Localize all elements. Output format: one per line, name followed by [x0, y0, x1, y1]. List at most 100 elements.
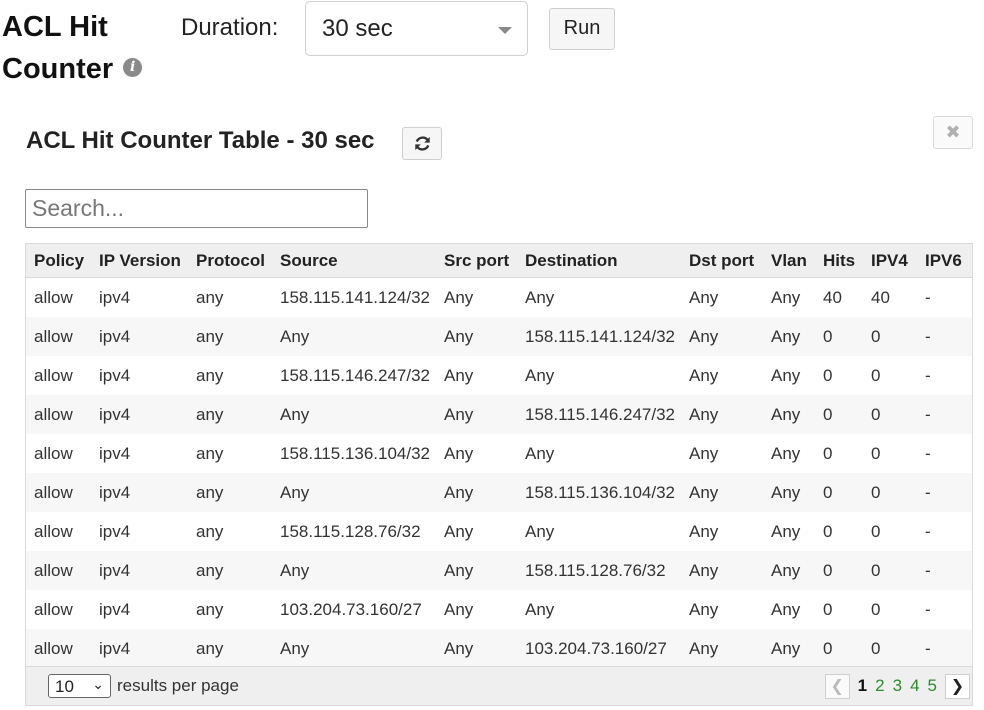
pagination: ❮ 12345 ❯	[824, 673, 970, 699]
column-header-destination[interactable]: Destination	[517, 244, 681, 278]
column-header-vlan[interactable]: Vlan	[763, 244, 815, 278]
table-row: allow ipv4 any Any Any 158.115.146.247/32 Any A…	[26, 395, 972, 434]
table-cell: -	[917, 473, 972, 512]
table-cell: any	[188, 473, 272, 512]
column-header-src-port[interactable]: Src port	[436, 244, 517, 278]
table-cell: -	[925, 521, 931, 541]
table-cell: ipv4	[91, 551, 188, 590]
table-cell: 0	[863, 629, 917, 668]
table-cell: 158.115.128.76/32	[280, 521, 421, 541]
refresh-button[interactable]	[402, 127, 442, 160]
table-cell: Any	[436, 551, 517, 590]
table-row: allow ipv4 any Any Any 103.204.73.160/27 Any An…	[26, 629, 972, 668]
chevron-down-icon	[498, 27, 512, 34]
table-cell: 0	[871, 365, 881, 385]
search-input[interactable]	[25, 189, 368, 228]
table-cell: 0	[863, 395, 917, 434]
table-cell: 103.204.73.160/27	[280, 599, 422, 619]
table-cell: 0	[863, 551, 917, 590]
table-cell: 40	[871, 287, 890, 307]
table-cell: 0	[823, 599, 833, 619]
table-cell: Any	[272, 395, 436, 434]
table-cell: 158.115.141.124/32	[517, 317, 681, 356]
chevron-left-icon[interactable]: ❮	[824, 673, 850, 699]
table-cell: allow	[34, 443, 73, 463]
table-cell: ipv4	[91, 629, 188, 668]
column-header-source[interactable]: Source	[272, 244, 436, 278]
table-cell: Any	[525, 365, 555, 385]
page-title: ACL Hit Counter i	[2, 6, 162, 90]
table-cell: -	[917, 317, 972, 356]
table-cell: -	[925, 599, 931, 619]
column-header-protocol[interactable]: Protocol	[188, 244, 272, 278]
page-links: 12345	[854, 676, 941, 696]
page-link-5[interactable]: 5	[928, 676, 937, 696]
table-cell: Any	[681, 629, 763, 668]
table-cell: ipv4	[99, 599, 131, 619]
table-cell: Any	[436, 473, 517, 512]
table-cell: -	[917, 551, 972, 590]
table-cell: 158.115.128.76/32	[517, 551, 681, 590]
table-cell: 0	[815, 473, 863, 512]
table-cell: Any	[681, 317, 763, 356]
column-header-hits[interactable]: Hits	[815, 244, 863, 278]
table-cell: Any	[689, 287, 719, 307]
close-icon: ✖	[945, 122, 961, 142]
table-cell: any	[196, 365, 224, 385]
table-cell: ipv4	[99, 287, 131, 307]
info-icon[interactable]: i	[123, 57, 143, 77]
run-button[interactable]: Run	[549, 8, 615, 50]
table-cell: 0	[871, 443, 881, 463]
table-cell: Any	[444, 365, 474, 385]
table-row: allow ipv4 any 103.204.73.160/27 Any Any Any An…	[26, 590, 972, 629]
page-link-2[interactable]: 2	[875, 676, 884, 696]
acl-table-container: Policy IP Version Protocol Source Src port De…	[25, 243, 973, 706]
column-header-ip-version[interactable]: IP Version	[91, 244, 188, 278]
table-cell: Any	[771, 599, 801, 619]
column-header-dst-port[interactable]: Dst port	[681, 244, 763, 278]
page-link-4[interactable]: 4	[910, 676, 919, 696]
table-cell: Any	[689, 443, 719, 463]
table-cell: Any	[436, 317, 517, 356]
table-row: allow ipv4 any Any Any 158.115.141.124/32 Any A…	[26, 317, 972, 356]
page-link-1[interactable]: 1	[858, 676, 867, 696]
table-cell: Any	[525, 599, 555, 619]
table-cell: allow	[34, 287, 73, 307]
table-cell: 0	[815, 317, 863, 356]
table-cell: allow	[34, 521, 73, 541]
table-cell: allow	[26, 629, 91, 668]
table-cell: Any	[681, 473, 763, 512]
per-page-select[interactable]: 10 ⌄	[48, 674, 111, 698]
table-cell: 0	[823, 443, 833, 463]
table-cell: 0	[823, 521, 833, 541]
table-cell: allow	[34, 365, 73, 385]
close-button[interactable]: ✖	[933, 116, 973, 149]
table-row: allow ipv4 any Any Any 158.115.136.104/32 Any A…	[26, 473, 972, 512]
table-cell: Any	[444, 521, 474, 541]
table-cell: any	[196, 443, 224, 463]
page-link-3[interactable]: 3	[893, 676, 902, 696]
table-cell: any	[188, 629, 272, 668]
table-cell: 0	[863, 317, 917, 356]
duration-select[interactable]: 30 sec	[305, 1, 528, 56]
table-cell: Any	[525, 521, 555, 541]
table-cell: 0	[863, 473, 917, 512]
table-cell: Any	[272, 551, 436, 590]
table-cell: Any	[436, 629, 517, 668]
column-header-ipv6[interactable]: IPV6	[917, 244, 972, 278]
table-cell: Any	[525, 443, 555, 463]
table-cell: 103.204.73.160/27	[517, 629, 681, 668]
chevron-right-icon[interactable]: ❯	[945, 673, 970, 699]
table-cell: any	[196, 287, 224, 307]
table-cell: any	[188, 317, 272, 356]
table-cell: -	[925, 365, 931, 385]
column-header-policy[interactable]: Policy	[26, 244, 91, 278]
table-cell: -	[925, 443, 931, 463]
table-cell: any	[188, 551, 272, 590]
table-title: ACL Hit Counter Table - 30 sec	[26, 127, 375, 154]
table-cell: ipv4	[91, 317, 188, 356]
refresh-icon	[415, 136, 430, 151]
page-title-line1: ACL Hit	[2, 11, 108, 43]
table-cell: any	[196, 521, 224, 541]
column-header-ipv4[interactable]: IPV4	[863, 244, 917, 278]
